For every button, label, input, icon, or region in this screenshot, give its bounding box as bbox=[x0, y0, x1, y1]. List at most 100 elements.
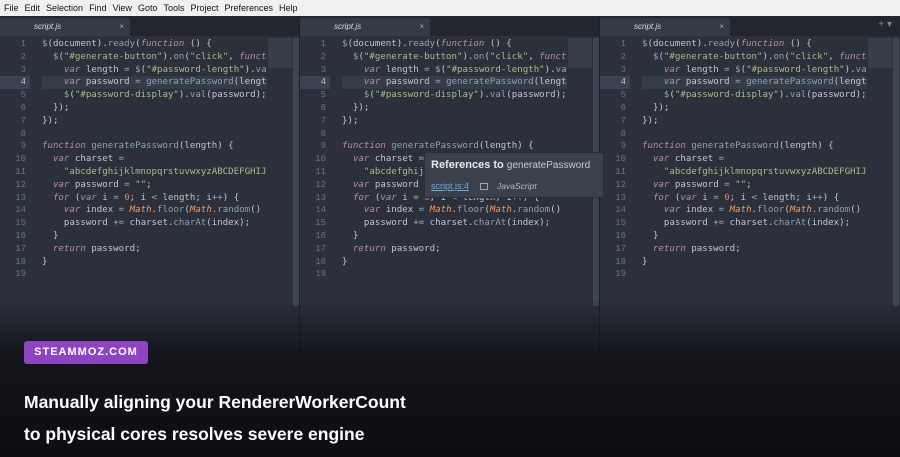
menu-item-help[interactable]: Help bbox=[279, 0, 298, 16]
code-line[interactable]: $("#password-display").val(password); bbox=[342, 89, 567, 102]
close-icon[interactable]: × bbox=[119, 22, 124, 31]
code-line[interactable]: for (var i = 0; i < length; i++) { bbox=[642, 192, 867, 205]
tab-script-js[interactable]: script.js × bbox=[300, 18, 430, 36]
line-number: 18 bbox=[15, 256, 26, 267]
line-number: 6 bbox=[320, 102, 326, 113]
code-line[interactable]: } bbox=[42, 256, 267, 269]
code-line[interactable] bbox=[42, 268, 267, 281]
code-line[interactable]: }); bbox=[642, 102, 867, 115]
close-icon[interactable]: × bbox=[419, 22, 424, 31]
code-line[interactable]: return password; bbox=[642, 243, 867, 256]
line-number: 14 bbox=[15, 205, 26, 216]
code-line[interactable]: var length = $("#password-length").val()… bbox=[342, 64, 567, 77]
code-line[interactable]: var length = $("#password-length").val()… bbox=[642, 64, 867, 77]
code-line[interactable]: "abcdefghijklmnopqrstuvwxyzABCDEFGHIJKLM… bbox=[642, 166, 867, 179]
vertical-scrollbar[interactable] bbox=[893, 38, 899, 306]
code-line[interactable]: for (var i = 0; i < length; i++) { bbox=[42, 192, 267, 205]
code-line[interactable]: function generatePassword(length) { bbox=[42, 140, 267, 153]
line-number: 4 bbox=[600, 76, 630, 90]
line-number: 1 bbox=[320, 39, 326, 49]
code-line[interactable]: var index = Math.floor(Math.random() * c… bbox=[342, 204, 567, 217]
code-line[interactable]: } bbox=[642, 230, 867, 243]
code-line[interactable]: var password = generatePassword(length); bbox=[642, 76, 867, 90]
tab-script-js[interactable]: script.js × bbox=[0, 18, 130, 36]
minimap[interactable] bbox=[268, 38, 292, 68]
code-line[interactable]: }); bbox=[342, 102, 567, 115]
code-line[interactable] bbox=[642, 128, 867, 141]
code-line[interactable]: var charset = bbox=[642, 153, 867, 166]
code-line[interactable] bbox=[642, 268, 867, 281]
code-line[interactable]: }); bbox=[42, 102, 267, 115]
tab-label: script.js bbox=[34, 22, 62, 31]
code-line[interactable]: var password = ""; bbox=[642, 179, 867, 192]
code-line[interactable]: var password = generatePassword(length); bbox=[342, 76, 567, 90]
line-number: 16 bbox=[315, 230, 326, 241]
line-number: 16 bbox=[615, 230, 626, 241]
minimap[interactable] bbox=[568, 38, 592, 68]
code-line[interactable]: $("#generate-button").on("click", functi… bbox=[42, 51, 267, 64]
reference-link[interactable]: script.js:4 bbox=[431, 181, 469, 191]
close-icon[interactable]: × bbox=[719, 22, 724, 31]
code-line[interactable] bbox=[342, 128, 567, 141]
line-number: 8 bbox=[20, 128, 26, 139]
code-line[interactable]: }); bbox=[342, 115, 567, 128]
menu-item-preferences[interactable]: Preferences bbox=[224, 0, 273, 16]
line-number: 10 bbox=[315, 154, 326, 165]
line-number: 15 bbox=[315, 218, 326, 229]
code-line[interactable]: }); bbox=[642, 115, 867, 128]
code-line[interactable]: $("#password-display").val(password); bbox=[642, 89, 867, 102]
code-line[interactable]: $("#generate-button").on("click", functi… bbox=[342, 51, 567, 64]
line-number: 11 bbox=[315, 166, 326, 177]
code-line[interactable] bbox=[342, 268, 567, 281]
code-line[interactable]: password += charset.charAt(index); bbox=[642, 217, 867, 230]
code-line[interactable]: var charset = bbox=[42, 153, 267, 166]
code-line[interactable]: "abcdefghijklmnopqrstuvwxyzABCDEFGHIJKLM… bbox=[42, 166, 267, 179]
code-line[interactable]: return password; bbox=[42, 243, 267, 256]
line-number: 7 bbox=[20, 115, 26, 126]
code-line[interactable]: var password = ""; bbox=[42, 179, 267, 192]
menu-item-goto[interactable]: Goto bbox=[138, 0, 158, 16]
file-icon[interactable] bbox=[480, 183, 488, 190]
code-line[interactable]: $(document).ready(function () { bbox=[342, 38, 567, 51]
code-line[interactable] bbox=[42, 128, 267, 141]
code-line[interactable]: var index = Math.floor(Math.random() * c… bbox=[642, 204, 867, 217]
code-line[interactable]: } bbox=[42, 230, 267, 243]
code-line[interactable]: var length = $("#password-length").val()… bbox=[42, 64, 267, 77]
menu-item-edit[interactable]: Edit bbox=[25, 0, 41, 16]
line-number: 18 bbox=[615, 256, 626, 267]
code-area[interactable]: $(document).ready(function () { $("#gene… bbox=[42, 38, 267, 281]
menu-item-find[interactable]: Find bbox=[89, 0, 107, 16]
code-line[interactable]: password += charset.charAt(index); bbox=[42, 217, 267, 230]
minimap[interactable] bbox=[868, 38, 892, 68]
new-tab-icon[interactable]: + ▾ bbox=[878, 19, 892, 30]
code-area[interactable]: $(document).ready(function () { $("#gene… bbox=[642, 38, 867, 281]
menu-item-project[interactable]: Project bbox=[190, 0, 218, 16]
article-headline: Manually aligning your RendererWorkerCou… bbox=[24, 386, 624, 450]
menu-item-tools[interactable]: Tools bbox=[163, 0, 184, 16]
code-line[interactable]: return password; bbox=[342, 243, 567, 256]
code-line[interactable]: $(document).ready(function () { bbox=[42, 38, 267, 51]
line-number: 11 bbox=[15, 166, 26, 177]
code-line[interactable]: } bbox=[342, 256, 567, 269]
line-number: 1 bbox=[20, 39, 26, 49]
line-number: 12 bbox=[315, 179, 326, 190]
code-line[interactable]: function generatePassword(length) { bbox=[642, 140, 867, 153]
code-line[interactable]: password += charset.charAt(index); bbox=[342, 217, 567, 230]
code-line[interactable]: var index = Math.floor(Math.random() * c… bbox=[42, 204, 267, 217]
code-line[interactable]: }); bbox=[42, 115, 267, 128]
line-number: 5 bbox=[320, 90, 326, 101]
code-line[interactable]: $("#generate-button").on("click", functi… bbox=[642, 51, 867, 64]
code-line[interactable]: $("#password-display").val(password); bbox=[42, 89, 267, 102]
tab-script-js[interactable]: script.js × bbox=[600, 18, 730, 36]
line-number: 12 bbox=[15, 179, 26, 190]
code-line[interactable]: var password = generatePassword(length); bbox=[42, 76, 267, 90]
code-line[interactable]: $(document).ready(function () { bbox=[642, 38, 867, 51]
code-line[interactable]: } bbox=[342, 230, 567, 243]
code-line[interactable]: } bbox=[642, 256, 867, 269]
line-number: 7 bbox=[320, 115, 326, 126]
line-number: 13 bbox=[615, 192, 626, 203]
menu-item-file[interactable]: File bbox=[4, 0, 19, 16]
menu-item-selection[interactable]: Selection bbox=[46, 0, 83, 16]
menu-item-view[interactable]: View bbox=[113, 0, 132, 16]
references-title: References to generatePassword bbox=[431, 159, 591, 171]
